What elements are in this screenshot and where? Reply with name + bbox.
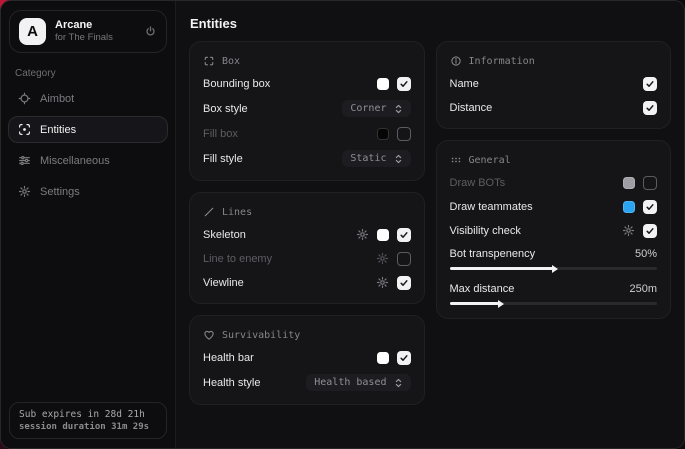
checkbox-checked[interactable] (643, 224, 657, 238)
checkbox-checked[interactable] (643, 77, 657, 91)
setting-row-visibility-check: Visibility check (450, 223, 658, 238)
info-icon (450, 55, 462, 67)
color-swatch[interactable] (623, 177, 635, 189)
bot-transparency-slider[interactable] (450, 267, 658, 270)
settings-gear-icon[interactable] (622, 224, 635, 237)
sub-expires-text: Sub expires in 28d 21h (19, 409, 157, 420)
checkbox-checked[interactable] (397, 276, 411, 290)
slider-thumb[interactable] (498, 300, 504, 308)
box-style-dropdown[interactable]: Corner (342, 100, 410, 117)
panel-title: General (469, 155, 511, 166)
panel-title: Survivability (222, 330, 300, 341)
unfold-icon (394, 378, 403, 388)
setting-row-distance: Distance (450, 100, 658, 115)
sidebar-item-label: Entities (40, 124, 76, 136)
settings-gear-icon[interactable] (356, 228, 369, 241)
sidebar-nav: Aimbot Entities Miscella (1, 83, 175, 207)
unfold-icon (394, 154, 403, 164)
setting-row-draw-teammates: Draw teammates (450, 199, 658, 214)
panel-lines: Lines Skeleton (189, 192, 425, 304)
color-swatch[interactable] (377, 128, 389, 140)
panel-box: Box Bounding box Box style (189, 41, 425, 181)
sidebar-item-entities[interactable]: Entities (8, 116, 168, 143)
color-swatch[interactable] (377, 78, 389, 90)
app-name: Arcane (55, 19, 135, 33)
crosshair-icon (18, 92, 31, 105)
unfold-icon (394, 104, 403, 114)
session-duration-text: session duration 31m 29s (19, 422, 157, 432)
sidebar-item-aimbot[interactable]: Aimbot (8, 85, 168, 112)
app-logo: A (19, 18, 46, 45)
setting-row-name: Name (450, 76, 658, 91)
slider-value: 250m (629, 283, 657, 295)
slider-value: 50% (635, 248, 657, 260)
health-style-dropdown[interactable]: Health based (306, 374, 410, 391)
main-content: Entities Box Bounding box (176, 1, 684, 448)
settings-gear-icon[interactable] (376, 252, 389, 265)
checkbox-checked[interactable] (643, 101, 657, 115)
grid-dots-icon (450, 154, 462, 166)
checkbox-checked[interactable] (397, 351, 411, 365)
setting-row-viewline: Viewline (203, 275, 411, 290)
setting-row-box-style: Box style Corner (203, 100, 411, 117)
sidebar: A Arcane for The Finals Category Aim (1, 1, 176, 448)
category-label: Category (15, 68, 175, 79)
logo-card[interactable]: A Arcane for The Finals (9, 10, 167, 53)
checkbox-unchecked[interactable] (643, 176, 657, 190)
setting-row-skeleton: Skeleton (203, 227, 411, 242)
checkbox-checked[interactable] (397, 228, 411, 242)
checkbox-checked[interactable] (397, 77, 411, 91)
diagonal-line-icon (203, 206, 215, 218)
panel-general: General Draw BOTs Draw teammates (436, 140, 672, 319)
panel-information: Information Name Distance (436, 41, 672, 129)
setting-row-health-bar: Health bar (203, 350, 411, 365)
setting-row-line-to-enemy: Line to enemy (203, 251, 411, 266)
panel-title: Information (469, 56, 535, 67)
max-distance-slider[interactable] (450, 302, 658, 305)
app-subtitle: for The Finals (55, 32, 135, 44)
sidebar-item-miscellaneous[interactable]: Miscellaneous (8, 147, 168, 174)
color-swatch[interactable] (377, 352, 389, 364)
sidebar-item-label: Miscellaneous (40, 155, 110, 167)
setting-row-bounding-box: Bounding box (203, 76, 411, 91)
sidebar-item-label: Settings (40, 186, 80, 198)
app-window: A Arcane for The Finals Category Aim (0, 0, 685, 449)
setting-row-fill-style: Fill style Static (203, 150, 411, 167)
color-swatch[interactable] (623, 201, 635, 213)
checkbox-unchecked[interactable] (397, 252, 411, 266)
page-title: Entities (190, 16, 671, 31)
setting-row-health-style: Health style Health based (203, 374, 411, 391)
sliders-icon (18, 154, 31, 167)
panel-survivability: Survivability Health bar Health style (189, 315, 425, 405)
power-icon[interactable] (144, 25, 157, 38)
slider-thumb[interactable] (552, 265, 558, 273)
logo-letter: A (27, 23, 38, 40)
gear-icon (18, 185, 31, 198)
heart-pulse-icon (203, 329, 215, 341)
checkbox-unchecked[interactable] (397, 127, 411, 141)
setting-row-max-distance: Max distance 250m (450, 283, 658, 305)
color-swatch[interactable] (377, 229, 389, 241)
setting-row-draw-bots: Draw BOTs (450, 175, 658, 190)
sidebar-item-settings[interactable]: Settings (8, 178, 168, 205)
sidebar-item-label: Aimbot (40, 93, 74, 105)
settings-gear-icon[interactable] (376, 276, 389, 289)
panel-title: Box (222, 56, 240, 67)
setting-row-fill-box: Fill box (203, 126, 411, 141)
panel-title: Lines (222, 207, 252, 218)
fill-style-dropdown[interactable]: Static (342, 150, 410, 167)
checkbox-checked[interactable] (643, 200, 657, 214)
box-brackets-icon (203, 55, 215, 67)
subscription-box: Sub expires in 28d 21h session duration … (9, 402, 167, 439)
setting-row-bot-transparency: Bot transpenency 50% (450, 248, 658, 270)
entities-scan-icon (18, 123, 31, 136)
